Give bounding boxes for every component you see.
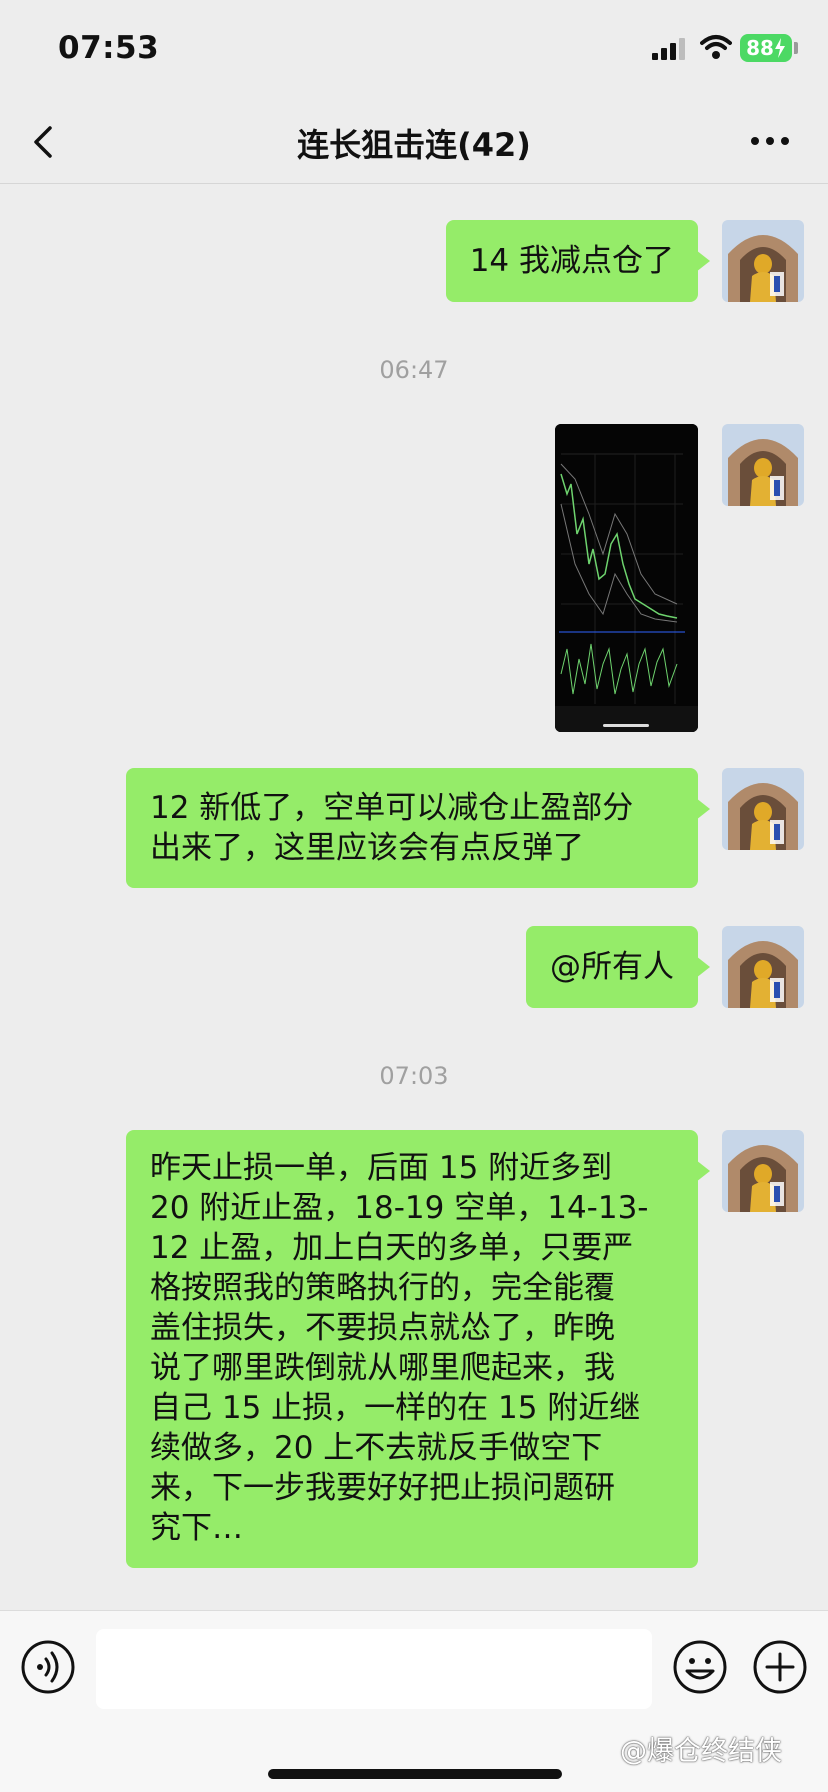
avatar[interactable] bbox=[722, 768, 804, 850]
watermark: @爆仓终结侠 bbox=[620, 1736, 782, 1767]
avatar[interactable] bbox=[722, 220, 804, 302]
avatar-image bbox=[722, 220, 804, 302]
avatar-image bbox=[722, 424, 804, 506]
status-time: 07:53 bbox=[58, 30, 160, 66]
signal-icon bbox=[652, 38, 685, 60]
message-line: 出来了，这里应该会有点反弹了 bbox=[150, 830, 584, 866]
avatar-image bbox=[722, 1130, 804, 1212]
timestamp: 06:47 bbox=[379, 356, 449, 384]
charging-icon bbox=[774, 38, 785, 58]
avatar-image bbox=[722, 768, 804, 850]
message-line: 12 新低了，空单可以减仓止盈部分 bbox=[150, 790, 634, 826]
message-bubble[interactable]: 14 我减点仓了 bbox=[445, 220, 711, 302]
battery-level: 88 bbox=[746, 36, 774, 60]
battery-tip bbox=[794, 42, 798, 54]
input-bar: @爆仓终结侠 bbox=[0, 1610, 828, 1792]
home-indicator[interactable] bbox=[268, 1769, 562, 1779]
emoji-icon[interactable] bbox=[672, 1639, 728, 1695]
plus-icon[interactable] bbox=[752, 1639, 808, 1695]
message-line: 昨天止损一单，后面 15 附近多到 bbox=[150, 1150, 613, 1186]
avatar[interactable] bbox=[722, 1130, 804, 1212]
chart-screenshot-thumbnail bbox=[555, 424, 698, 732]
status-bar: 07:53 88 bbox=[0, 0, 828, 100]
avatar[interactable] bbox=[722, 926, 804, 1008]
message-line: 说了哪里跌倒就从哪里爬起来，我 bbox=[150, 1350, 615, 1386]
message-text: @所有人 bbox=[550, 949, 674, 985]
avatar[interactable] bbox=[722, 424, 804, 506]
message-line: 来，下一步我要好好把止损问题研 bbox=[150, 1470, 615, 1506]
timestamp: 07:03 bbox=[379, 1062, 449, 1090]
wifi-icon bbox=[700, 35, 732, 59]
more-dots-icon[interactable] bbox=[748, 126, 792, 156]
message-line: 12 止盈，加上白天的多单，只要严 bbox=[150, 1230, 634, 1266]
message-line: 20 附近止盈，18-19 空单，14-13- bbox=[150, 1190, 649, 1226]
message-line: 续做多，20 上不去就反手做空下 bbox=[150, 1430, 603, 1466]
message-bubble[interactable]: @所有人 bbox=[526, 926, 710, 1008]
avatar-image bbox=[722, 926, 804, 1008]
message-line: 自己 15 止损，一样的在 15 附近继 bbox=[150, 1390, 641, 1426]
message-text: 14 我减点仓了 bbox=[469, 243, 674, 279]
message-input[interactable] bbox=[96, 1629, 652, 1709]
message-line: 盖住损失，不要损点就怂了，昨晚 bbox=[150, 1310, 615, 1346]
message-line: 格按照我的策略执行的，完全能覆 bbox=[150, 1270, 615, 1306]
chat-title: 连长狙击连(42) bbox=[297, 126, 531, 164]
nav-bar: 连长狙击连(42) bbox=[0, 100, 828, 184]
image-message[interactable] bbox=[555, 424, 698, 732]
message-bubble[interactable]: 12 新低了，空单可以减仓止盈部分 出来了，这里应该会有点反弹了 bbox=[126, 768, 710, 888]
message-bubble[interactable]: 昨天止损一单，后面 15 附近多到 20 附近止盈，18-19 空单，14-13… bbox=[126, 1130, 710, 1568]
voice-icon[interactable] bbox=[20, 1639, 76, 1695]
battery-indicator: 88 bbox=[740, 34, 792, 62]
message-line: 究下… bbox=[150, 1510, 243, 1546]
